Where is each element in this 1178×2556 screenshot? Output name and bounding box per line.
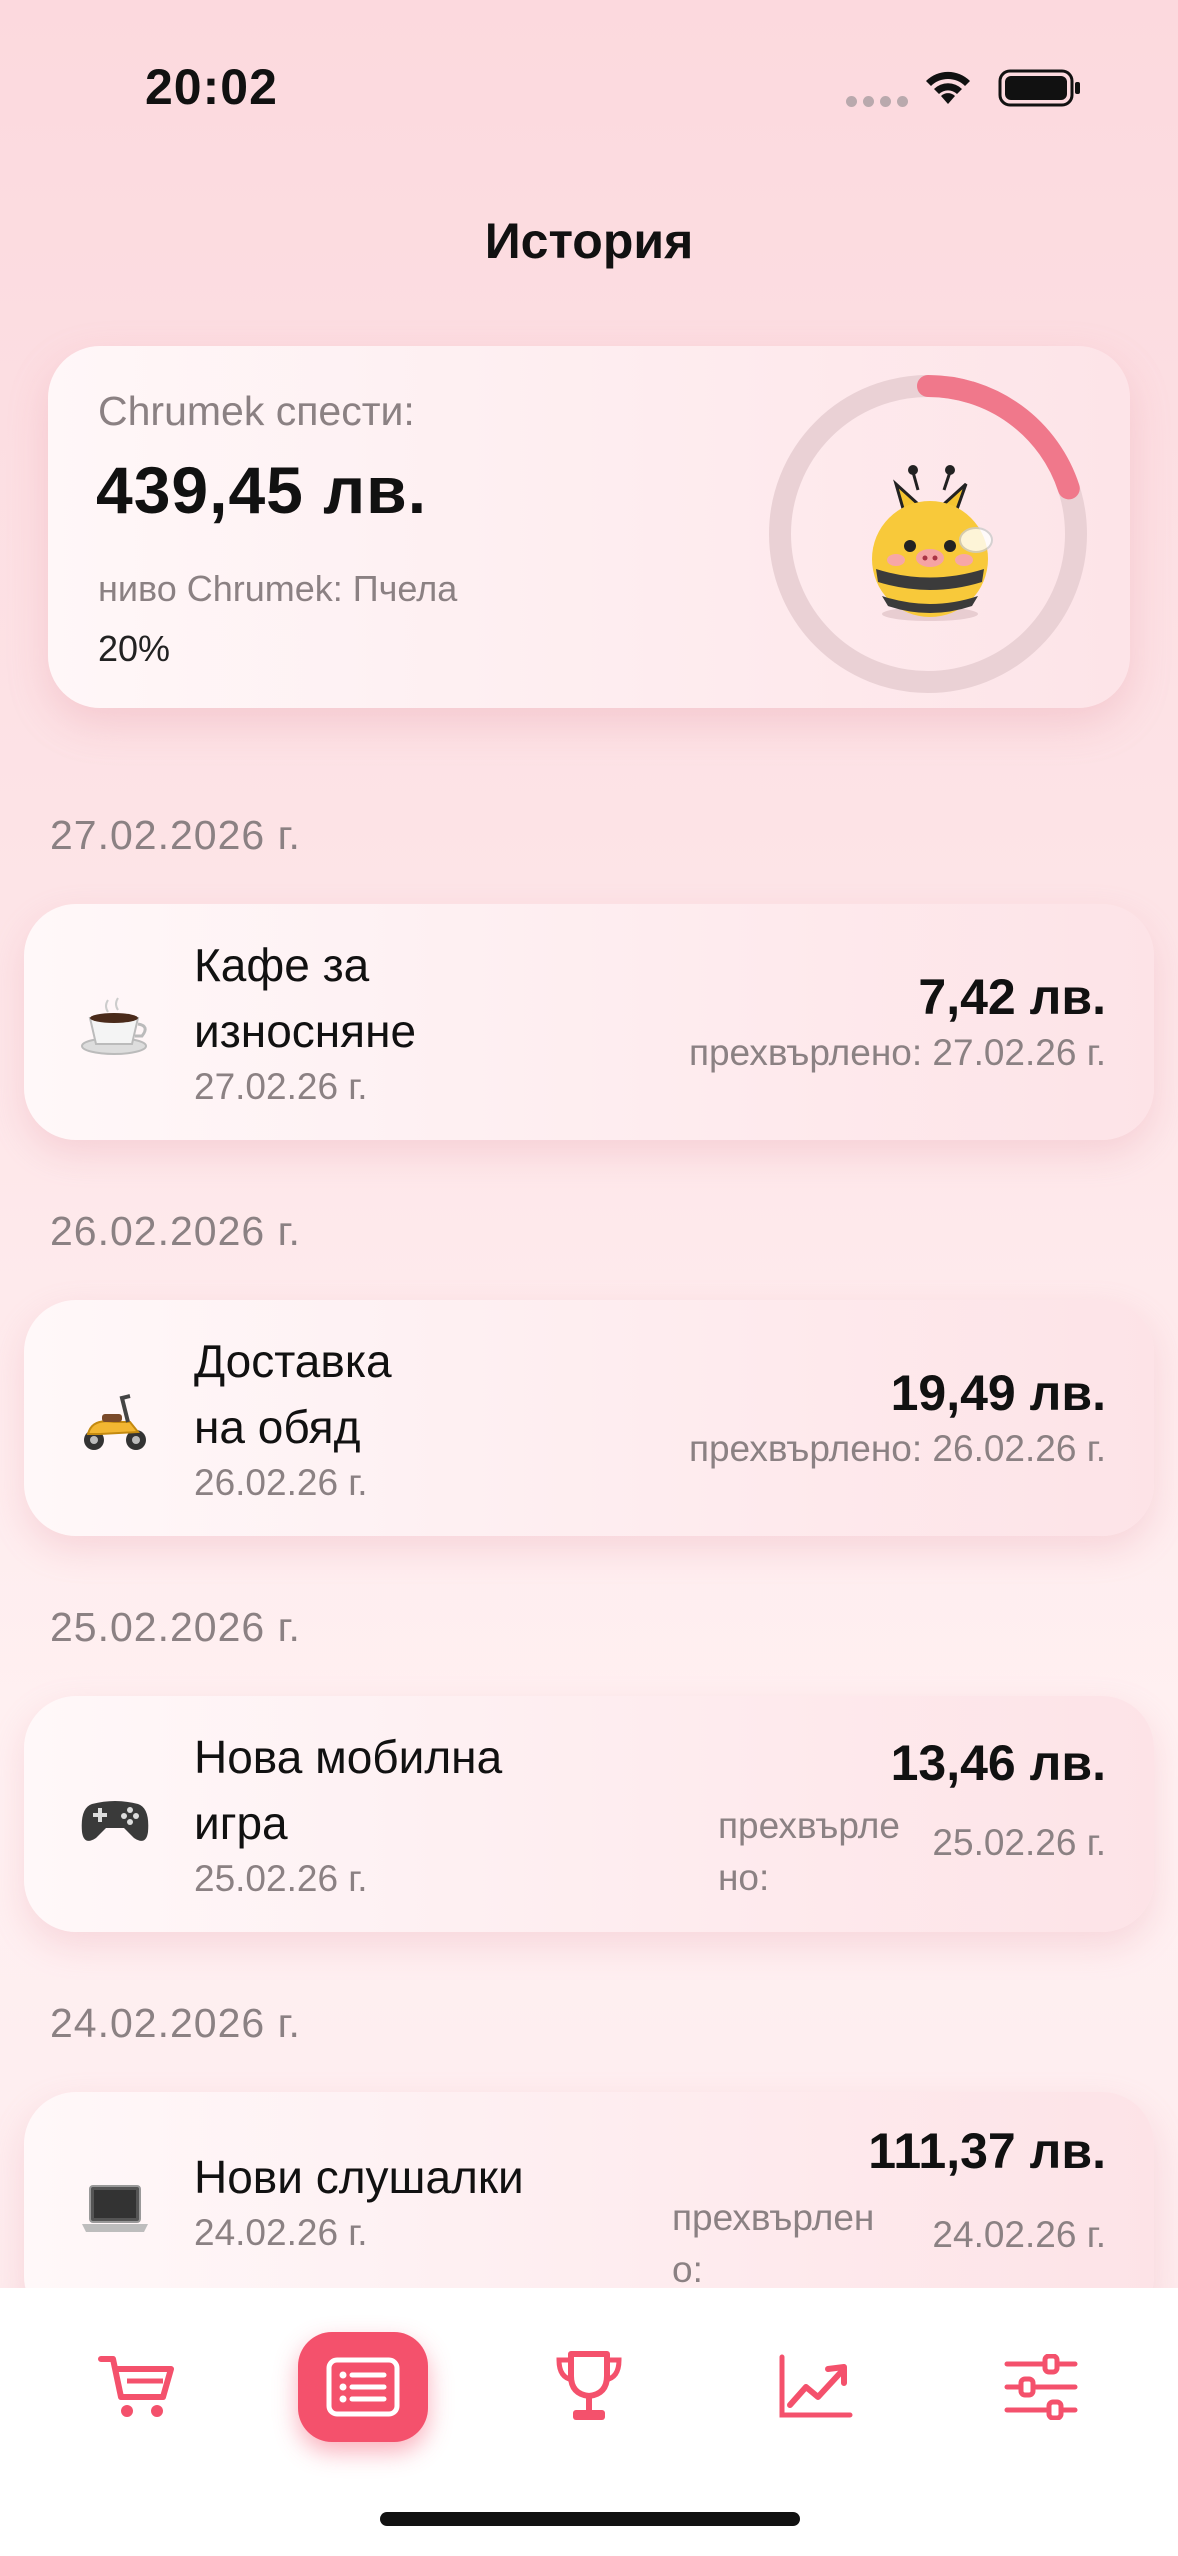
home-indicator xyxy=(380,2512,800,2526)
transaction-date: 26.02.26 г. xyxy=(194,1462,368,1503)
saved-amount: 439,45 лв. xyxy=(96,453,428,527)
transfer-label: прехвърлено: xyxy=(718,1805,900,1898)
transfer-info: прехвърлено: 26.02.26 г. xyxy=(688,1428,1106,1469)
wifi-icon xyxy=(926,71,970,104)
transaction-card[interactable]: Нова мобилна игра 25.02.26 г. 13,46 лв. п… xyxy=(24,1696,1154,1932)
list-icon xyxy=(326,2357,400,2417)
cart-icon xyxy=(98,2356,174,2417)
date-header: 25.02.2026 г. xyxy=(50,1604,301,1650)
gamepad-icon xyxy=(81,1801,149,1841)
level-percent: 20% xyxy=(98,628,171,669)
saved-label: Chrumek спести: xyxy=(98,388,415,434)
transaction-card[interactable]: Кафе за износняне 27.02.26 г. 7,42 лв. пр… xyxy=(24,904,1154,1140)
bee-mascot-icon xyxy=(872,465,993,621)
battery-icon xyxy=(998,69,1080,107)
savings-summary-card: Chrumek спести: 439,45 лв. ниво Chrumek:… xyxy=(48,346,1130,708)
transfer-label: прехвърлено: xyxy=(672,2197,875,2290)
transaction-card[interactable]: Доставка на обяд 26.02.26 г. 19,49 лв. пр… xyxy=(24,1300,1154,1536)
transfer-date: 24.02.26 г. xyxy=(932,2214,1106,2255)
date-header: 24.02.2026 г. xyxy=(50,2000,301,2046)
transaction-title: Доставка на обяд xyxy=(194,1335,392,1453)
laptop-icon xyxy=(82,2185,148,2232)
scooter-icon xyxy=(84,1394,146,1450)
page-title: История xyxy=(484,213,694,269)
status-time: 20:02 xyxy=(145,59,278,115)
coffee-icon xyxy=(81,997,147,1055)
tab-achievements[interactable] xyxy=(524,2332,654,2442)
level-label: ниво Chrumek: Пчела xyxy=(98,568,458,609)
tab-history[interactable] xyxy=(298,2332,428,2442)
transaction-date: 27.02.26 г. xyxy=(194,1066,368,1107)
transaction-title: Нови слушалки xyxy=(194,2151,524,2203)
date-header: 26.02.2026 г. xyxy=(50,1208,301,1254)
transaction-title: Кафе за износняне xyxy=(194,939,417,1057)
transaction-date: 24.02.26 г. xyxy=(194,2212,368,2253)
date-header: 27.02.2026 г. xyxy=(50,812,301,858)
transaction-title: Нова мобилна игра xyxy=(194,1731,503,1849)
level-progress-ring xyxy=(769,375,1087,693)
sliders-icon xyxy=(1004,2354,1078,2420)
chart-icon xyxy=(779,2354,853,2418)
transaction-amount: 19,49 лв. xyxy=(890,1365,1106,1421)
status-bar: 20:02 xyxy=(0,0,1178,180)
transfer-info: прехвърлено: 27.02.26 г. xyxy=(688,1032,1106,1073)
cellular-signal-icon xyxy=(846,96,908,107)
transaction-amount: 13,46 лв. xyxy=(890,1735,1106,1791)
transaction-amount: 111,37 лв. xyxy=(868,2123,1106,2179)
tab-settings[interactable] xyxy=(976,2332,1106,2442)
trophy-icon xyxy=(556,2351,622,2420)
transfer-date: 25.02.26 г. xyxy=(932,1822,1106,1863)
tab-statistics[interactable] xyxy=(750,2332,880,2442)
tab-shop[interactable] xyxy=(72,2332,202,2442)
transaction-date: 25.02.26 г. xyxy=(194,1858,368,1899)
transaction-amount: 7,42 лв. xyxy=(918,969,1106,1025)
